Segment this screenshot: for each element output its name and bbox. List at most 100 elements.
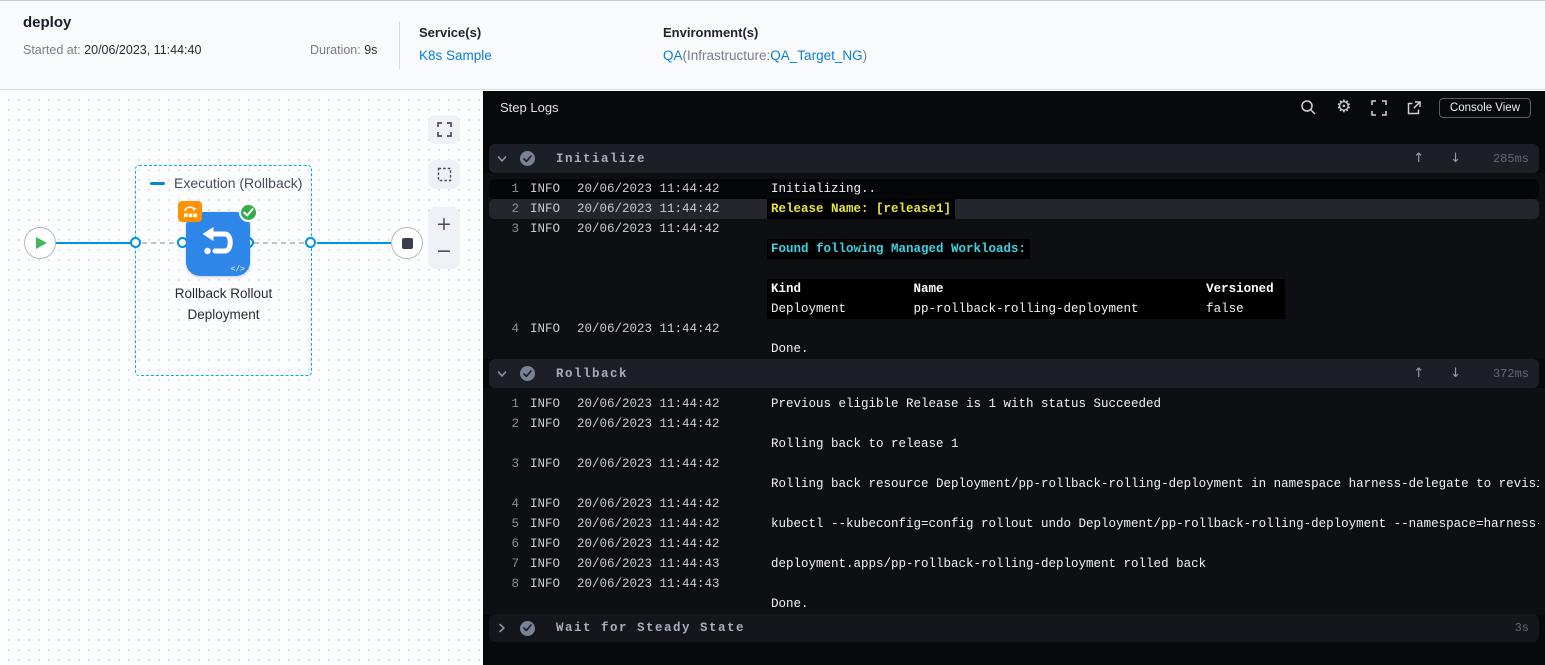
step-success-icon (520, 366, 535, 381)
service-link[interactable]: K8s Sample (419, 48, 492, 63)
log-level: INFO (530, 417, 561, 431)
log-line-number: 2 (511, 202, 519, 216)
zoom-in-button[interactable]: + (436, 215, 452, 234)
connector-port[interactable] (305, 237, 316, 248)
log-timestamp: 20/06/2023 11:44:42 (577, 202, 720, 216)
connector-port[interactable] (130, 237, 141, 248)
log-section-header[interactable]: Initialize ↑ ↓ 285ms (489, 144, 1539, 173)
header-divider (399, 21, 400, 69)
zoom-out-button[interactable]: − (436, 242, 452, 261)
pipeline-canvas[interactable]: Execution (Rollback) </> Rollback Rollou… (0, 91, 483, 665)
log-section-header[interactable]: Rollback ↑ ↓ 372ms (489, 359, 1539, 388)
log-level: INFO (530, 557, 561, 571)
step-logs-header: Step Logs ⚙ Console View (483, 91, 1545, 124)
pipeline-title: deploy (23, 14, 72, 31)
execution-header: deploy Started at: 20/06/2023, 11:44:40 … (0, 0, 1545, 90)
step-logs-panel: Step Logs ⚙ Console View Initialize ↑ ↓ 285… (483, 91, 1545, 665)
log-line: 4 INFO 20/06/2023 11:44:42 (489, 319, 1539, 339)
log-line: Rolling back to release 1 (489, 434, 1539, 454)
log-line: 7 INFO 20/06/2023 11:44:43 deployment.apps/… (489, 554, 1539, 574)
duration: Duration: 9s (310, 43, 378, 57)
environment-link[interactable]: QA (663, 48, 683, 63)
log-level: INFO (530, 397, 561, 411)
pipeline-start-node[interactable] (24, 227, 56, 259)
expand-fullscreen-icon[interactable] (1370, 99, 1388, 117)
services-label: Service(s) (419, 25, 482, 40)
infrastructure-link[interactable]: QA_Target_NG (770, 48, 862, 63)
scroll-to-top-icon[interactable]: ↑ (1413, 151, 1424, 166)
log-timestamp: 20/06/2023 11:44:42 (577, 417, 720, 431)
step-logs-body: Initialize ↑ ↓ 285ms 1 INFO 20/06/2023 11:44:4… (483, 124, 1545, 642)
log-level: INFO (530, 182, 561, 196)
chevron-down-icon[interactable] (493, 369, 511, 379)
log-timestamp: 20/06/2023 11:44:42 (577, 397, 720, 411)
collapse-group-icon[interactable] (150, 181, 165, 185)
script-glyph: </> (230, 264, 245, 273)
search-icon[interactable] (1300, 99, 1318, 117)
log-level: INFO (530, 537, 561, 551)
scroll-to-top-icon[interactable]: ↑ (1413, 366, 1424, 381)
log-message: Done. (771, 597, 809, 611)
log-line: Kind Name Versioned (489, 279, 1539, 299)
section-duration: 3s (1514, 621, 1529, 635)
log-timestamp: 20/06/2023 11:44:42 (577, 182, 720, 196)
canvas-select-button[interactable] (428, 160, 460, 189)
log-line: Rolling back resource Deployment/pp-roll… (489, 474, 1539, 494)
scroll-to-bottom-icon[interactable]: ↓ (1450, 366, 1461, 381)
log-line: Done. (489, 339, 1539, 359)
log-section-body: 1 INFO 20/06/2023 11:44:42 Initializing.. 2 I… (483, 173, 1545, 359)
log-line-number: 5 (511, 517, 519, 531)
log-line-number: 6 (511, 537, 519, 551)
console-view-button[interactable]: Console View (1438, 97, 1531, 118)
open-in-new-icon[interactable] (1405, 99, 1423, 117)
rollback-step-node[interactable]: </> (178, 201, 258, 276)
section-duration: 285ms (1492, 151, 1529, 166)
pipeline-end-node[interactable] (391, 227, 423, 259)
log-message: Done. (771, 342, 809, 356)
step-success-icon (520, 620, 535, 636)
log-line: 2 INFO 20/06/2023 11:44:42 Release Name: [r… (489, 199, 1539, 219)
log-level: INFO (530, 457, 561, 471)
log-level: INFO (530, 322, 561, 336)
log-timestamp: 20/06/2023 11:44:42 (577, 457, 720, 471)
log-line: 8 INFO 20/06/2023 11:44:43 (489, 574, 1539, 594)
step-label: Rollback Rollout Deployment (174, 286, 273, 322)
log-section-header[interactable]: Wait for Steady State 3s (489, 614, 1539, 642)
log-line: 1 INFO 20/06/2023 11:44:42 Initializing.. (489, 179, 1539, 199)
log-line-number: 7 (511, 557, 519, 571)
log-message: Release Name: [release1] (767, 199, 956, 219)
log-message: Kind Name Versioned (767, 279, 1286, 299)
canvas-zoom-controls: + − (428, 207, 460, 269)
canvas-fullscreen-button[interactable] (428, 115, 460, 144)
step-success-icon (520, 151, 535, 166)
log-timestamp: 20/06/2023 11:44:43 (577, 577, 720, 591)
started-at: Started at: 20/06/2023, 11:44:40 (23, 43, 202, 57)
play-icon (36, 237, 47, 249)
rollback-badge-icon (178, 201, 202, 222)
log-line-number: 3 (511, 457, 519, 471)
section-duration: 372ms (1492, 366, 1529, 381)
marquee-select-icon (437, 167, 451, 182)
log-section-body: 1 INFO 20/06/2023 11:44:42 Previous eligibl… (483, 388, 1545, 614)
stop-icon (401, 237, 413, 249)
log-line-number: 4 (511, 322, 519, 336)
log-line-number: 4 (511, 497, 519, 511)
settings-gear-icon[interactable]: ⚙ (1335, 99, 1353, 117)
log-line: 1 INFO 20/06/2023 11:44:42 Previous eligibl… (489, 394, 1539, 414)
chevron-down-icon[interactable] (493, 154, 511, 164)
log-line-number: 3 (511, 222, 519, 236)
rollback-arrow-icon (202, 227, 233, 255)
log-line: 3 INFO 20/06/2023 11:44:42 (489, 454, 1539, 474)
log-timestamp: 20/06/2023 11:44:42 (577, 222, 720, 236)
log-section-title: Wait for Steady State (556, 621, 746, 635)
success-check-icon (239, 203, 258, 222)
log-timestamp: 20/06/2023 11:44:43 (577, 557, 720, 571)
log-section-title: Initialize (556, 151, 647, 166)
log-timestamp: 20/06/2023 11:44:42 (577, 537, 720, 551)
log-level: INFO (530, 517, 561, 531)
scroll-to-bottom-icon[interactable]: ↓ (1450, 151, 1461, 166)
log-line: 2 INFO 20/06/2023 11:44:42 (489, 414, 1539, 434)
log-message: kubectl --kubeconfig=config rollout undo… (771, 517, 1539, 531)
pipeline-execution-page: deploy Started at: 20/06/2023, 11:44:40 … (0, 0, 1545, 665)
chevron-right-icon[interactable] (493, 623, 511, 633)
